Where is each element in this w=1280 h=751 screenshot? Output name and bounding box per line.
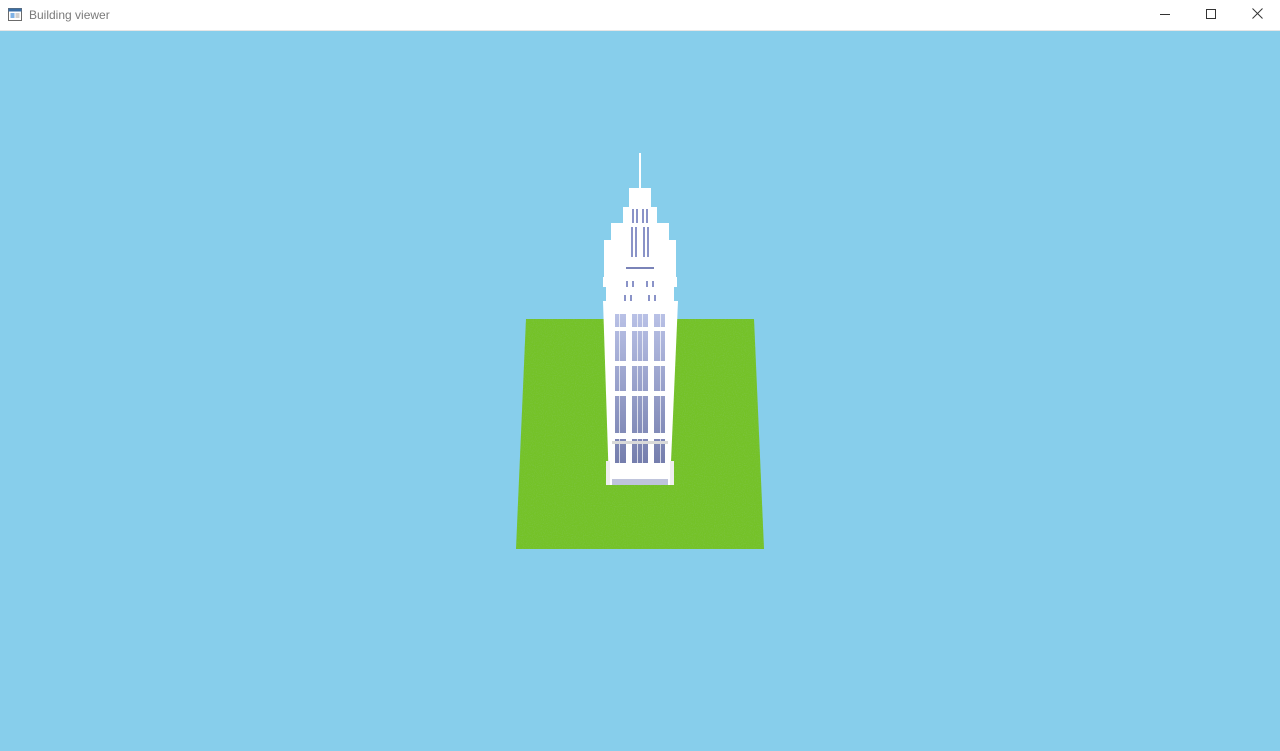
app-window-icon (8, 8, 22, 21)
window-title: Building viewer (29, 8, 110, 22)
maximize-button[interactable] (1188, 0, 1234, 30)
minimize-button[interactable] (1142, 0, 1188, 30)
minimize-icon (1160, 6, 1170, 24)
close-button[interactable] (1234, 0, 1280, 30)
antenna (639, 153, 641, 189)
title-bar[interactable]: Building viewer (0, 0, 1280, 31)
scene-canvas[interactable] (0, 31, 1280, 751)
skyscraper-model (603, 153, 678, 485)
app-window: Building viewer (0, 0, 1280, 751)
3d-viewport[interactable] (0, 31, 1280, 751)
maximize-icon (1206, 6, 1216, 24)
close-icon (1251, 6, 1263, 24)
